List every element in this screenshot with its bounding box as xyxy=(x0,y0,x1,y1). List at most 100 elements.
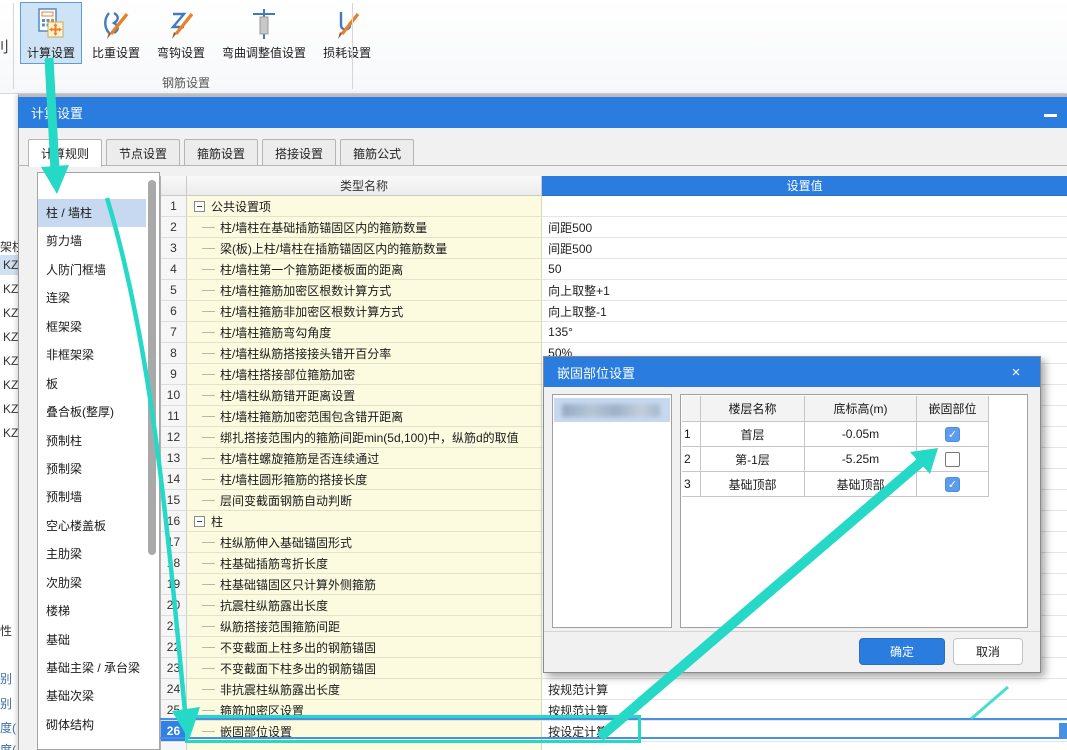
setting-value-cell[interactable]: 135° xyxy=(542,322,1067,343)
sidebar-item-2[interactable]: 剪力墙 xyxy=(38,227,146,255)
type-name-cell: 柱/墙柱箍筋加密范围包含错开距离 xyxy=(187,406,542,427)
table-row-5[interactable]: 5柱/墙柱箍筋加密区根数计算方式向上取整+1 xyxy=(161,280,1067,301)
sidebar-item-15[interactable]: 楼梯 xyxy=(38,597,146,625)
type-name-text: 柱/墙柱在基础插筋锚固区内的箍筋数量 xyxy=(220,219,427,236)
table-row-partial[interactable] xyxy=(161,742,1067,750)
floor-set-selected-item[interactable] xyxy=(554,398,670,422)
floor-header-2: 嵌固部位 xyxy=(917,396,989,422)
sidebar-item-11[interactable]: 预制墙 xyxy=(38,483,146,511)
checkbox-checked[interactable] xyxy=(945,477,960,492)
table-row-26[interactable]: 26嵌固部位设置按设定计算 xyxy=(161,721,1067,742)
sidebar-item-14[interactable]: 次肋梁 xyxy=(38,569,146,597)
sidebar-item-18[interactable]: 基础次梁 xyxy=(38,682,146,710)
sidebar-item-3[interactable]: 人防门框墙 xyxy=(38,256,146,284)
sidebar-item-9[interactable]: 预制柱 xyxy=(38,427,146,455)
type-name-text: 柱基础插筋弯折长度 xyxy=(220,555,328,572)
tab-2[interactable]: 节点设置 xyxy=(106,139,180,166)
sidebar-item-1[interactable]: 柱 / 墙柱 xyxy=(38,199,146,227)
bg-property-fragment: 别 xyxy=(0,695,12,712)
sidebar-item-16[interactable]: 基础 xyxy=(38,626,146,654)
table-row-7[interactable]: 7柱/墙柱箍筋弯勾角度135° xyxy=(161,322,1067,343)
tab-5[interactable]: 箍筋公式 xyxy=(340,139,414,166)
bg-tree-item: KZ xyxy=(3,306,18,320)
sidebar-item-17[interactable]: 基础主梁 / 承台梁 xyxy=(38,654,146,682)
table-row-1[interactable]: 1公共设置项 xyxy=(161,196,1067,217)
table-row-4[interactable]: 4柱/墙柱第一个箍筋距楼板面的距离50 xyxy=(161,259,1067,280)
sidebar-item-7[interactable]: 板 xyxy=(38,370,146,398)
ribbon-button-5[interactable]: 损耗设置 xyxy=(316,2,378,64)
type-name-text: 柱/墙柱纵筋搭接接头错开百分率 xyxy=(220,345,391,362)
sidebar-item-12[interactable]: 空心楼盖板 xyxy=(38,512,146,540)
floor-header-1: 底标高(m) xyxy=(805,396,917,422)
sidebar-item-6[interactable]: 非框架梁 xyxy=(38,341,146,369)
setting-value-cell[interactable] xyxy=(542,742,1067,750)
table-row-24[interactable]: 24非抗震柱纵筋露出长度按规范计算 xyxy=(161,679,1067,700)
setting-value-cell[interactable]: 间距500 xyxy=(542,238,1067,259)
sidebar-item-13[interactable]: 主肋梁 xyxy=(38,540,146,568)
cancel-button[interactable]: 取消 xyxy=(953,638,1023,665)
ok-button[interactable]: 确定 xyxy=(859,638,945,665)
setting-value-cell[interactable]: 按设定计算 xyxy=(542,721,1067,742)
table-row-25[interactable]: 25箍筋加密区设置按规范计算 xyxy=(161,700,1067,721)
type-name-text: 柱/墙柱箍筋加密区根数计算方式 xyxy=(220,282,391,299)
clipped-ribbon-label: 刂 xyxy=(0,36,9,57)
row-number-cell: 10 xyxy=(161,385,187,406)
setting-value-cell[interactable]: 按规范计算 xyxy=(542,679,1067,700)
tree-branch-line xyxy=(202,458,215,459)
category-list: 柱 / 墙柱剪力墙人防门框墙连梁框架梁非框架梁板叠合板(整厚)预制柱预制梁预制墙… xyxy=(38,199,146,739)
setting-value-cell[interactable] xyxy=(542,196,1067,217)
collapse-minus-icon[interactable] xyxy=(194,516,205,527)
setting-value-cell[interactable]: 间距500 xyxy=(542,217,1067,238)
sidebar-item-8[interactable]: 叠合板(整厚) xyxy=(38,398,146,426)
type-name-text: 柱/墙柱箍筋弯勾角度 xyxy=(220,324,331,341)
setting-value-cell[interactable]: 按规范计算 xyxy=(542,700,1067,721)
row-number-cell: 13 xyxy=(161,448,187,469)
type-name-cell: 非抗震柱纵筋露出长度 xyxy=(187,679,542,700)
sidebar-item-10[interactable]: 预制梁 xyxy=(38,455,146,483)
type-name-text: 柱/墙柱箍筋非加密区根数计算方式 xyxy=(220,303,403,320)
tab-3[interactable]: 箍筋设置 xyxy=(184,139,258,166)
minimize-dash-icon[interactable] xyxy=(1044,114,1057,117)
row-number-cell: 24 xyxy=(161,679,187,700)
floor-elevation-cell: -0.05m xyxy=(805,422,917,447)
collapse-minus-icon[interactable] xyxy=(194,201,205,212)
close-x-icon[interactable]: × xyxy=(1002,357,1030,387)
category-scrollbar-thumb[interactable] xyxy=(148,180,156,555)
type-name-cell: 层间变截面钢筋自动判断 xyxy=(187,490,542,511)
setting-value-cell[interactable]: 向上取整+1 xyxy=(542,280,1067,301)
ribbon-button-1[interactable]: 计算设置 xyxy=(20,2,82,64)
table-row-6[interactable]: 6柱/墙柱箍筋非加密区根数计算方式向上取整-1 xyxy=(161,301,1067,322)
floor-set-list[interactable] xyxy=(552,394,672,628)
dialog-title-bar[interactable]: 计算设置 xyxy=(18,97,1067,128)
row-number-cell: 18 xyxy=(161,553,187,574)
type-name-text: 柱/墙柱箍筋加密范围包含错开距离 xyxy=(220,408,403,425)
header-setting-value: 设置值 xyxy=(542,176,1067,196)
type-name-cell: 不变截面上柱多出的钢筋锚固 xyxy=(187,637,542,658)
sidebar-item-4[interactable]: 连梁 xyxy=(38,284,146,312)
setting-value-cell[interactable]: 50 xyxy=(542,259,1067,280)
floor-elevation-cell: 基础顶部 xyxy=(805,472,917,497)
row-number-cell: 22 xyxy=(161,637,187,658)
floor-name-cell: 基础顶部 xyxy=(701,472,805,497)
tab-1[interactable]: 计算规则 xyxy=(28,139,102,167)
table-row-2[interactable]: 2柱/墙柱在基础插筋锚固区内的箍筋数量间距500 xyxy=(161,217,1067,238)
type-name-cell: 柱/墙柱螺旋箍筋是否连续通过 xyxy=(187,448,542,469)
type-name-cell: 柱/墙柱纵筋错开距离设置 xyxy=(187,385,542,406)
tab-4[interactable]: 搭接设置 xyxy=(262,139,336,166)
ribbon-button-4[interactable]: 弯曲调整值设置 xyxy=(215,2,313,64)
floor-row-3: 3基础顶部基础顶部 xyxy=(682,472,989,497)
bg-tree-item: KZ xyxy=(3,258,18,272)
checkbox-unchecked[interactable] xyxy=(945,452,960,467)
sidebar-item-5[interactable]: 框架梁 xyxy=(38,313,146,341)
floor-table: 楼层名称底标高(m)嵌固部位1首层-0.05m2第-1层-5.25m3基础顶部基… xyxy=(682,396,989,497)
popup-title-bar[interactable]: 嵌固部位设置 xyxy=(544,357,1040,387)
ribbon-button-3[interactable]: 弯钩设置 xyxy=(150,2,212,64)
type-name-text: 纵筋搭接范围箍筋间距 xyxy=(220,618,340,635)
checkbox-checked[interactable] xyxy=(945,427,960,442)
sidebar-item-19[interactable]: 砌体结构 xyxy=(38,711,146,739)
table-row-3[interactable]: 3梁(板)上柱/墙柱在插筋锚固区内的箍筋数量间距500 xyxy=(161,238,1067,259)
blurred-text xyxy=(562,404,660,417)
setting-value-cell[interactable]: 向上取整-1 xyxy=(542,301,1067,322)
tree-branch-line xyxy=(202,395,215,396)
ribbon-button-2[interactable]: 比重设置 xyxy=(85,2,147,64)
